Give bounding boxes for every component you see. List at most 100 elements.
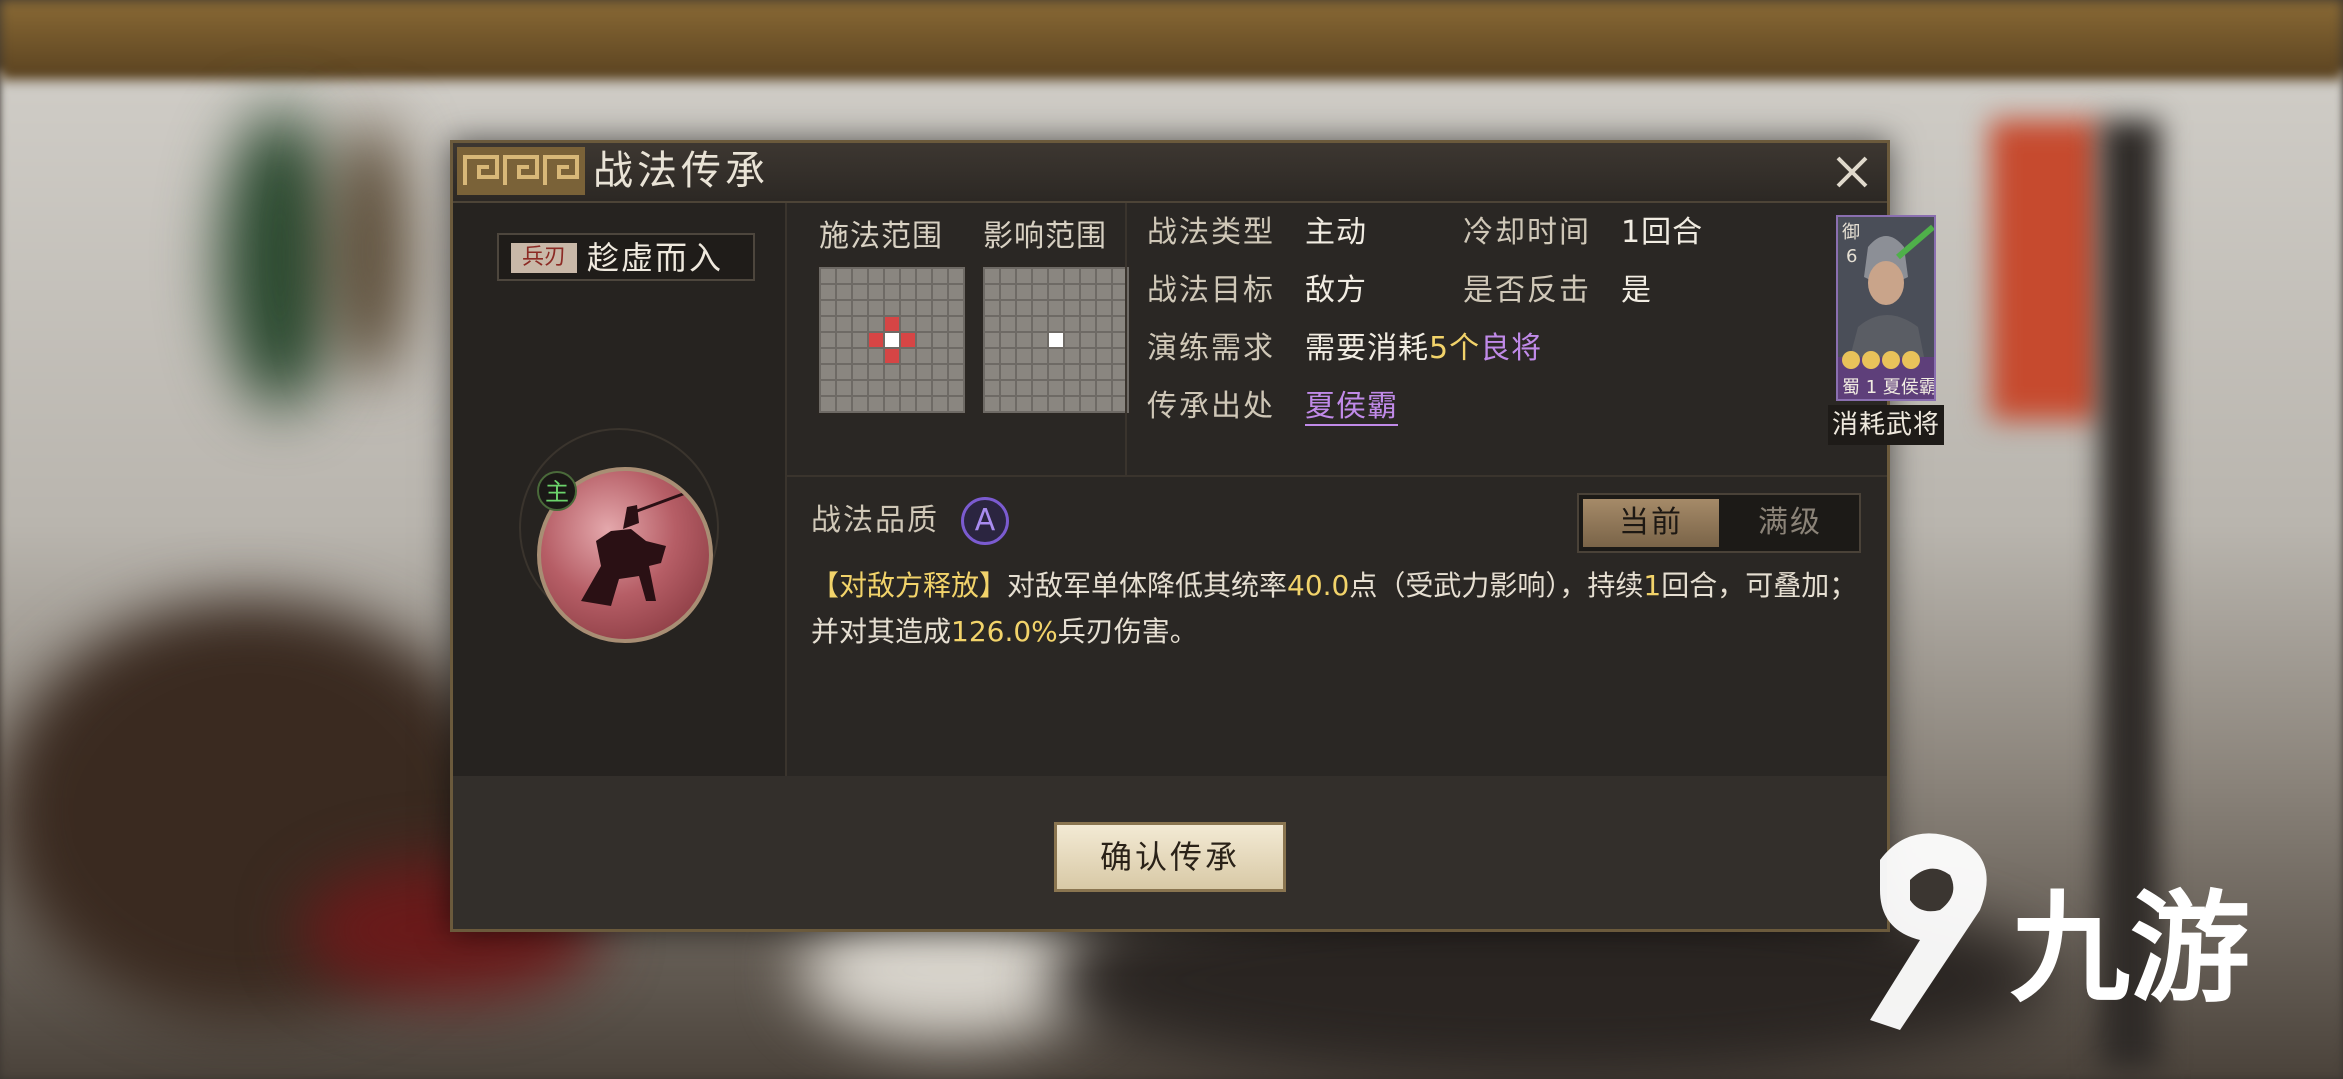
grid-cell xyxy=(853,317,867,331)
skill-type-tag: 兵刃 xyxy=(511,243,577,273)
close-icon xyxy=(1836,156,1868,188)
grid-cell xyxy=(869,365,883,379)
grid-cell xyxy=(1033,317,1047,331)
grid-cell xyxy=(821,317,835,331)
confirm-inherit-button[interactable]: 确认传承 xyxy=(1054,822,1286,892)
grid-cell xyxy=(1001,285,1015,299)
grid-cell xyxy=(869,397,883,411)
general-card[interactable]: 御 6 蜀 1 夏侯霸 消耗武将 xyxy=(1828,215,1944,445)
grid-cell xyxy=(901,333,915,347)
toggle-current-button[interactable]: 当前 xyxy=(1583,499,1719,547)
grid-cell xyxy=(1001,317,1015,331)
grid-cell xyxy=(1033,349,1047,363)
general-portrait-icon[interactable]: 御 6 蜀 1 夏侯霸 xyxy=(1836,215,1936,401)
grid-cell xyxy=(821,365,835,379)
dialog-footer: 确认传承 xyxy=(453,776,1887,929)
grid-cell xyxy=(821,333,835,347)
grid-cell xyxy=(949,381,963,395)
grid-cell xyxy=(1001,269,1015,283)
grid-cell xyxy=(1097,381,1111,395)
grid-cell xyxy=(1033,381,1047,395)
grid-cell xyxy=(985,365,999,379)
grid-cell xyxy=(837,285,851,299)
practice-prefix: 需要消耗 xyxy=(1305,331,1429,366)
grid-cell xyxy=(837,381,851,395)
grid-cell xyxy=(949,317,963,331)
general-card-caption: 消耗武将 xyxy=(1828,405,1944,445)
grid-cell xyxy=(949,349,963,363)
practice-label: 演练需求 xyxy=(1147,331,1275,366)
grid-cell xyxy=(949,269,963,283)
grid-cell xyxy=(1049,285,1063,299)
grid-cell xyxy=(901,397,915,411)
grid-cell xyxy=(985,333,999,347)
skill-type-value: 主动 xyxy=(1305,215,1367,250)
grid-cell xyxy=(917,301,931,315)
skill-target-label: 战法目标 xyxy=(1147,273,1275,308)
grid-cell xyxy=(885,333,899,347)
grid-cell xyxy=(1065,269,1079,283)
grid-cell xyxy=(901,349,915,363)
grid-cell xyxy=(837,333,851,347)
grid-cell xyxy=(917,349,931,363)
grid-cell xyxy=(885,365,899,379)
close-button[interactable] xyxy=(1827,147,1877,197)
grid-cell xyxy=(821,397,835,411)
grid-cell xyxy=(1065,301,1079,315)
grid-cell xyxy=(869,301,883,315)
grid-cell xyxy=(1097,317,1111,331)
general-stars xyxy=(1842,351,1920,373)
general-name: 夏侯霸 xyxy=(1882,377,1936,398)
grid-cell xyxy=(917,365,931,379)
grid-cell xyxy=(933,397,947,411)
grid-cell xyxy=(885,269,899,283)
grid-cell xyxy=(1065,333,1079,347)
general-faction: 蜀 xyxy=(1842,377,1860,398)
source-link[interactable]: 夏侯霸 xyxy=(1305,387,1398,427)
desc-part: 点（受武力影响），持续 xyxy=(1349,569,1644,602)
skill-target-value: 敌方 xyxy=(1305,273,1367,308)
skill-summary-panel: 兵刃 趁虚而入 主 xyxy=(453,203,787,776)
grid-cell xyxy=(1001,365,1015,379)
grid-cell xyxy=(917,269,931,283)
grid-cell xyxy=(1017,349,1031,363)
grid-cell xyxy=(901,381,915,395)
general-level: 1 xyxy=(1865,377,1878,398)
watermark-text: 九游 xyxy=(2010,880,2250,1019)
grid-cell xyxy=(885,349,899,363)
general-role-tag: 御 xyxy=(1842,222,1860,243)
grid-cell xyxy=(837,349,851,363)
grid-cell xyxy=(885,397,899,411)
grid-cell xyxy=(1081,301,1095,315)
general-info-line: 蜀 1 夏侯霸 xyxy=(1842,377,1936,399)
grid-cell xyxy=(821,285,835,299)
grid-cell xyxy=(853,301,867,315)
grid-cell xyxy=(1081,381,1095,395)
title-ornament-icon xyxy=(457,147,585,195)
skill-detail-panel: 施法范围 影响范围 战法类型 主动 冷却时间 1回合 战法目标 敌方 是否反击 … xyxy=(787,203,1944,776)
grid-cell xyxy=(853,349,867,363)
cast-range-grid xyxy=(817,265,967,415)
star-icon xyxy=(1862,351,1880,369)
grid-cell xyxy=(1097,349,1111,363)
quality-grade-badge: A xyxy=(961,497,1009,545)
star-icon xyxy=(1842,351,1860,369)
grid-cell xyxy=(1081,397,1095,411)
grid-cell xyxy=(949,365,963,379)
grid-cell xyxy=(885,317,899,331)
grid-cell xyxy=(821,381,835,395)
grid-cell xyxy=(1081,333,1095,347)
grid-cell xyxy=(869,333,883,347)
grid-cell xyxy=(1017,365,1031,379)
grid-cell xyxy=(885,285,899,299)
toggle-max-button[interactable]: 满级 xyxy=(1723,499,1857,547)
source-general-link[interactable]: 夏侯霸 xyxy=(1305,389,1398,426)
grid-cell xyxy=(1097,269,1111,283)
grid-cell xyxy=(1049,397,1063,411)
grid-cell xyxy=(1033,301,1047,315)
panel-divider xyxy=(1125,203,1127,475)
grid-cell xyxy=(1065,365,1079,379)
grid-cell xyxy=(1065,285,1079,299)
grid-cell xyxy=(1049,365,1063,379)
grid-cell xyxy=(933,301,947,315)
